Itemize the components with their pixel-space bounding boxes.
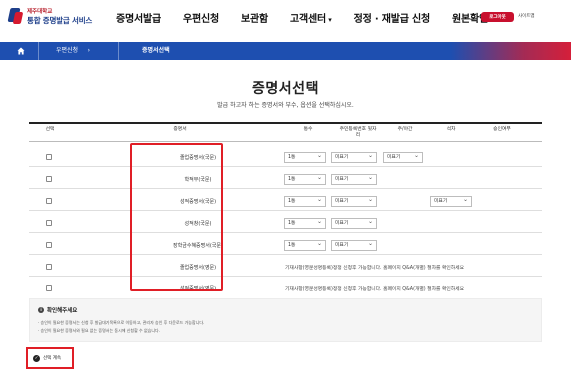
notice-line: · 승인이 필요한 증명서와 필요 없는 증명서는 동시에 신청할 수 없습니다… [38,328,160,333]
rank-select[interactable]: 미표기 [430,195,472,207]
row-checkbox[interactable] [46,176,52,182]
sitemap-link[interactable]: 사이트맵 [518,12,535,22]
table-top-border [29,122,542,124]
row-checkbox[interactable] [46,285,52,291]
copies-select[interactable]: 1통 [284,217,326,229]
nav-customer-center[interactable]: 고객센터 [290,10,332,25]
col-header-approval: 승인여부 [493,127,511,132]
row-checkbox[interactable] [46,220,52,226]
logout-button[interactable]: 로그아웃 [481,12,514,22]
page-description: 발급 하고자 하는 증명서와 부수, 옵션을 선택하십시오. [217,102,354,109]
col-header-ssn: 주민등록번호 뒷자리 [339,127,377,138]
copies-select[interactable]: 1통 [284,173,326,185]
nav-postal-request[interactable]: 우편신청 [183,10,219,25]
breadcrumb-item-postal[interactable]: 우편신청 › [56,42,90,60]
row-notice: 기재사항(영문성명등록)정정 신청후 가능합니다. 홈페이지 Q&A(개별) 절… [285,287,465,292]
certificate-column-highlight [130,143,223,291]
nav-certificate-issue[interactable]: 증명서발급 [116,10,161,25]
col-header-certificate: 증명서 [173,127,187,132]
logo-icon [7,8,24,26]
ssn-select[interactable]: 미표기 [331,151,377,163]
copies-select[interactable]: 1통 [284,195,326,207]
nav-storage[interactable]: 보관함 [241,10,268,25]
col-header-copies: 통수 [303,127,313,132]
col-header-select: 선택 [45,127,55,132]
breadcrumb-divider [38,42,39,60]
table-header-divider [29,140,542,142]
top-header: 제주대학교 통합 증명발급 서비스 증명서발급 우편신청 보관함 고객센터 정정… [0,0,571,38]
page-title: 증명서선택 [252,81,319,97]
ssn-select[interactable]: 미표기 [331,239,377,251]
ssn-select[interactable]: 미표기 [331,195,377,207]
chevron-right-icon: › [87,47,91,54]
copies-select[interactable]: 1통 [284,151,326,163]
breadcrumb-divider [118,42,119,60]
row-checkbox[interactable] [46,264,52,270]
main-nav: 증명서발급 우편신청 보관함 고객센터 정정 · 재발급 신청 원본확인 [116,10,510,25]
copies-select[interactable]: 1통 [284,239,326,251]
site-logo[interactable]: 제주대학교 통합 증명발급 서비스 [7,8,93,26]
row-checkbox[interactable] [46,154,52,160]
logo-service-title: 통합 증명발급 서비스 [27,16,93,25]
row-checkbox[interactable] [46,198,52,204]
info-icon: i [38,307,44,313]
check-icon: ✓ [33,354,40,362]
continue-button[interactable]: ✓ 선택 계속 [33,353,61,363]
notice-title: i 확인해주세요 [38,306,77,314]
daynight-select[interactable]: 미표기 [383,151,423,163]
row-notice: 기재사항(영문성명등록)정정 신청후 가능합니다. 홈페이지 Q&A(개별) 절… [285,266,465,271]
nav-correction-reissue[interactable]: 정정 · 재발급 신청 [354,10,431,25]
logo-university: 제주대학교 [27,8,53,15]
ssn-select[interactable]: 미표기 [331,217,377,229]
home-icon[interactable] [12,42,30,60]
notice-line: · 승인이 필요한 증명서는 신청 후 발급대기목록으로 이동하고, 관리자 승… [38,320,205,325]
ssn-select[interactable]: 미표기 [331,173,377,185]
continue-label: 선택 계속 [43,356,61,361]
breadcrumb-item-current: 증명서선택 [142,47,170,54]
col-header-rank: 석차 [446,127,456,132]
breadcrumb-accent [451,42,571,60]
col-header-daynight: 주/야간 [397,127,413,132]
row-checkbox[interactable] [46,242,52,248]
